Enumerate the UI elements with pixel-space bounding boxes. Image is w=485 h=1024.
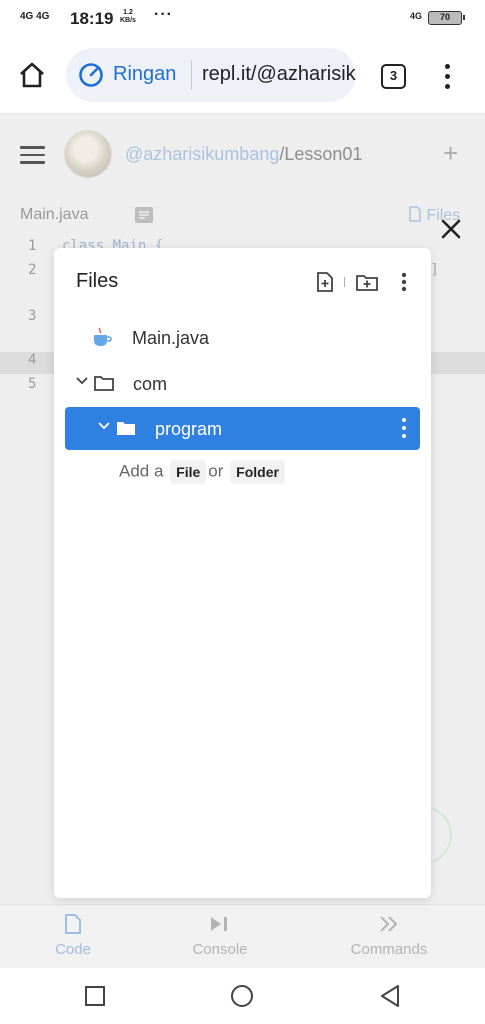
add-file-button[interactable]: File bbox=[170, 460, 207, 484]
panel-title: Files bbox=[76, 270, 119, 292]
folder-icon bbox=[117, 422, 135, 435]
repl-name: /Lesson01 bbox=[279, 144, 363, 164]
chevron-down-icon[interactable] bbox=[97, 419, 111, 433]
line-number: 4 bbox=[28, 352, 37, 368]
tab-console-label: Console bbox=[192, 941, 248, 958]
system-navigation-bar bbox=[0, 968, 485, 1024]
add-or: or bbox=[208, 461, 224, 481]
line-number: 1 bbox=[28, 238, 37, 254]
repl-header: @azharisikumbang/Lesson01 + bbox=[0, 114, 485, 194]
file-tree-item[interactable]: Main.java bbox=[65, 316, 420, 359]
tab-commands[interactable]: Commands bbox=[339, 913, 439, 958]
document-icon[interactable] bbox=[134, 206, 154, 224]
file-icon bbox=[409, 206, 421, 222]
folder-tree-item[interactable]: com bbox=[65, 362, 420, 405]
line-number: 2 bbox=[28, 262, 37, 278]
avatar[interactable] bbox=[64, 130, 112, 178]
panel-actions bbox=[316, 272, 416, 292]
new-folder-icon[interactable] bbox=[356, 272, 378, 292]
more-vertical-icon[interactable] bbox=[400, 272, 408, 292]
repl-path[interactable]: @azharisikumbang/Lesson01 bbox=[125, 144, 362, 165]
network-speed: 1.2 KB/s bbox=[120, 9, 136, 25]
line-number: 5 bbox=[28, 376, 37, 392]
speedometer-icon bbox=[79, 63, 103, 87]
url-text[interactable]: repl.it/@azharisikumbang bbox=[202, 63, 356, 86]
files-panel: Files Main.java com program Add a File o… bbox=[54, 248, 431, 898]
tab-console[interactable]: Console bbox=[170, 913, 270, 958]
tab-code-label: Code bbox=[55, 941, 91, 958]
clock: 18:19 bbox=[70, 9, 114, 28]
signal-indicator: 4G 4G bbox=[20, 11, 50, 22]
tab-commands-label: Commands bbox=[350, 941, 428, 958]
more-vertical-icon[interactable] bbox=[440, 62, 454, 92]
add-item-prompt: Add a File or Folder bbox=[119, 460, 287, 484]
actions-divider bbox=[344, 277, 345, 287]
file-name: Main.java bbox=[132, 328, 210, 348]
chevrons-right-icon bbox=[380, 916, 398, 932]
browser-toolbar: Ringan repl.it/@azharisikumbang 3 bbox=[0, 38, 485, 114]
speed-unit: KB/s bbox=[120, 17, 136, 24]
repl-owner: @azharisikumbang bbox=[125, 144, 280, 164]
more-vertical-icon[interactable] bbox=[400, 417, 408, 441]
chevron-down-icon[interactable] bbox=[75, 374, 89, 388]
bottom-tab-bar: Code Console Commands bbox=[0, 904, 485, 968]
more-notifications: ··· bbox=[154, 6, 173, 23]
home-circle-icon[interactable] bbox=[229, 983, 255, 1009]
folder-tree-item-selected[interactable]: program bbox=[65, 407, 420, 450]
file-icon bbox=[65, 914, 81, 934]
line-number: 3 bbox=[28, 308, 37, 324]
folder-icon bbox=[94, 376, 114, 391]
folder-name: program bbox=[155, 419, 223, 439]
battery-indicator: 70 bbox=[428, 11, 465, 25]
folder-name: com bbox=[133, 374, 168, 394]
java-cup-icon bbox=[94, 327, 112, 346]
add-prefix: Add a bbox=[119, 461, 164, 481]
tabs-button[interactable]: 3 bbox=[381, 64, 406, 89]
add-folder-button[interactable]: Folder bbox=[230, 460, 285, 484]
status-bar: 4G 4G 18:19 1.2 KB/s ··· 4G 70 bbox=[0, 0, 485, 38]
recents-icon[interactable] bbox=[82, 983, 108, 1009]
add-button[interactable]: + bbox=[443, 138, 458, 169]
close-icon[interactable] bbox=[440, 218, 462, 240]
browser-brand: Ringan bbox=[113, 63, 177, 85]
console-icon bbox=[211, 917, 227, 931]
back-icon[interactable] bbox=[377, 983, 403, 1009]
new-file-icon[interactable] bbox=[316, 272, 334, 292]
hamburger-menu-icon[interactable] bbox=[20, 146, 45, 164]
editor-file-tab[interactable]: Main.java bbox=[20, 206, 88, 224]
tab-code[interactable]: Code bbox=[23, 913, 123, 958]
home-icon[interactable] bbox=[17, 60, 47, 90]
url-divider bbox=[191, 60, 192, 90]
signal-indicator-right: 4G bbox=[410, 11, 423, 21]
speed-value: 1.2 bbox=[123, 9, 133, 16]
address-bar[interactable]: Ringan repl.it/@azharisikumbang bbox=[66, 48, 356, 102]
